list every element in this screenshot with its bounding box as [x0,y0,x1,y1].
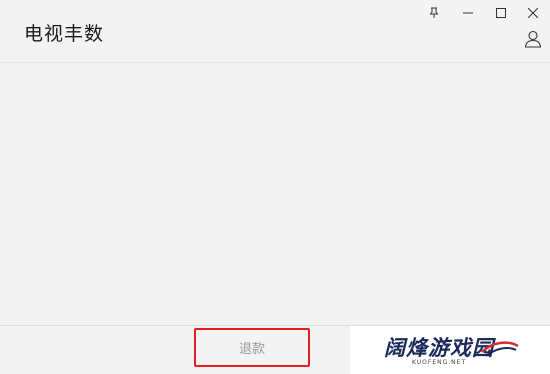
watermark: 阔烽游戏园 KUOFENG.NET [350,326,550,374]
header-bar: 电视丰数 [0,0,550,63]
swoosh-icon [481,341,519,357]
app-window: 电视丰数 退款 阔烽游戏园 KUOFENG.NET [0,0,550,374]
watermark-subtext: KUOFENG.NET [412,359,467,366]
refund-button[interactable]: 退款 [194,328,310,367]
content-area [0,63,550,325]
account-button[interactable] [522,28,544,50]
maximize-icon [496,8,506,18]
pin-button[interactable] [419,3,449,23]
close-icon [528,8,538,18]
pin-icon [429,7,439,18]
page-title: 电视丰数 [24,23,105,45]
user-icon [524,30,542,48]
maximize-button[interactable] [486,3,516,23]
watermark-text: 阔烽游戏园 [384,335,494,360]
minimize-icon [463,12,473,14]
minimize-button[interactable] [453,3,483,23]
close-button[interactable] [518,3,548,23]
